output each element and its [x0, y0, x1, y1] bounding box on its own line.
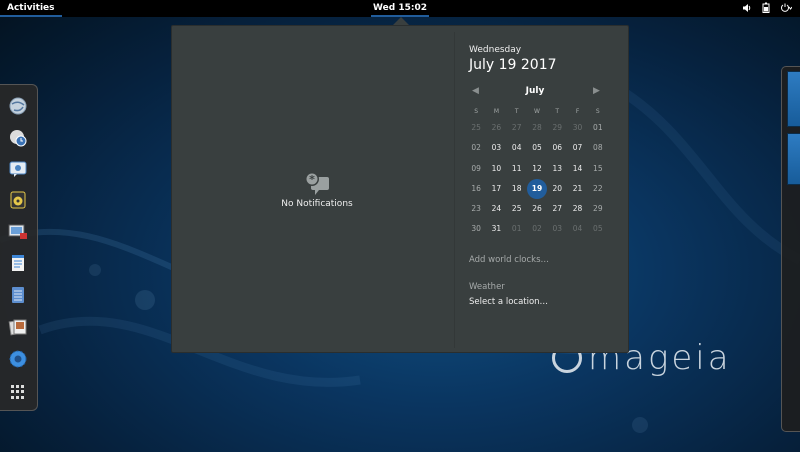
calendar-day[interactable]: 02 — [527, 219, 547, 239]
calendar-day[interactable]: 17 — [486, 179, 506, 199]
calendar-day[interactable]: 25 — [507, 199, 527, 219]
calendar-day[interactable]: 03 — [486, 138, 506, 158]
calendar-day[interactable]: 10 — [486, 159, 506, 179]
svg-text:*: * — [309, 173, 315, 186]
day-headers: SMTWTFS — [466, 106, 608, 118]
next-month-icon[interactable]: ▶ — [593, 86, 600, 96]
text-document-icon[interactable] — [8, 253, 28, 273]
calendar-day[interactable]: 28 — [567, 199, 587, 219]
notification-list: * No Notifications — [172, 26, 452, 354]
workspace-thumbnail[interactable] — [787, 71, 800, 127]
month-label: July — [525, 86, 545, 96]
calendar-week-row: 23 24 25 26 27 28 29 — [466, 199, 608, 219]
calendar-day[interactable]: 04 — [507, 138, 527, 158]
calendar-day[interactable]: 18 — [507, 179, 527, 199]
calendar-day[interactable]: 22 — [588, 179, 608, 199]
calendar-day[interactable]: 30 — [466, 219, 486, 239]
calendar-day[interactable]: 24 — [486, 199, 506, 219]
dash — [0, 84, 38, 411]
calendar-day[interactable]: 27 — [547, 199, 567, 219]
calendar-day[interactable]: 14 — [567, 159, 587, 179]
calendar-day[interactable]: 11 — [507, 159, 527, 179]
calendar-day[interactable]: 07 — [567, 138, 587, 158]
calendar-day[interactable]: 26 — [486, 118, 506, 138]
audio-player-icon[interactable] — [8, 190, 28, 210]
audio-volume-icon[interactable] — [742, 3, 752, 17]
battery-icon[interactable] — [762, 2, 770, 17]
system-tray[interactable] — [742, 2, 793, 17]
no-notifications-icon: * — [303, 171, 331, 197]
calendar-day[interactable]: 29 — [588, 199, 608, 219]
calendar-grid: SMTWTFS 25 26 27 28 29 30 01 02 03 04 05 06 07 08 09 10… — [466, 106, 608, 240]
calendar-day[interactable]: 01 — [507, 219, 527, 239]
day-header: M — [493, 108, 500, 115]
calendar-day[interactable]: 30 — [567, 118, 587, 138]
spreadsheet-icon[interactable] — [8, 285, 28, 305]
calendar-day[interactable]: 28 — [527, 118, 547, 138]
calendar-day[interactable]: 05 — [527, 138, 547, 158]
day-header: F — [575, 108, 580, 115]
messaging-icon[interactable] — [8, 159, 28, 179]
calendar-day[interactable]: 23 — [466, 199, 486, 219]
calendar-day[interactable]: 12 — [527, 159, 547, 179]
web-browser-icon[interactable] — [8, 96, 28, 116]
calendar-day[interactable]: 08 — [588, 138, 608, 158]
day-header: T — [555, 108, 560, 115]
calendar-week-row: 02 03 04 05 06 07 08 — [466, 138, 608, 158]
add-world-clocks-link[interactable]: Add world clocks… — [469, 255, 549, 265]
activities-button[interactable]: Activities — [0, 0, 62, 17]
clock-button[interactable]: Wed 15:02 — [371, 0, 429, 17]
calendar-day[interactable]: 21 — [567, 179, 587, 199]
calendar-day[interactable]: 27 — [507, 118, 527, 138]
settings-icon[interactable] — [8, 349, 28, 369]
no-notifications-label: No Notifications — [281, 199, 353, 209]
calendar-day[interactable]: 01 — [588, 118, 608, 138]
day-header: W — [534, 108, 540, 115]
calendar-day[interactable]: 09 — [466, 159, 486, 179]
day-header: S — [474, 108, 479, 115]
calendar-day[interactable]: 15 — [588, 159, 608, 179]
month-header: ◀ July ▶ — [469, 86, 601, 98]
workspace-thumbnail[interactable] — [787, 133, 800, 185]
weather-title: Weather — [469, 282, 505, 292]
calendar-day[interactable]: 13 — [547, 159, 567, 179]
date-menu-popup: * No Notifications Wednesday July 19 201… — [171, 25, 629, 353]
calendar-day[interactable]: 26 — [527, 199, 547, 219]
show-applications-icon[interactable] — [11, 385, 25, 399]
image-viewer-icon[interactable] — [8, 317, 28, 337]
calendar-day[interactable]: 05 — [588, 219, 608, 239]
calendar-section: Wednesday July 19 2017 ◀ July ▶ SMTWTFS … — [455, 26, 630, 354]
calendar-week-row: 25 26 27 28 29 30 01 — [466, 118, 608, 138]
calendar-day-today[interactable]: 19 — [526, 178, 548, 200]
workspace-switcher — [781, 66, 800, 432]
calendar-day[interactable]: 29 — [547, 118, 567, 138]
clock-icon[interactable] — [8, 128, 28, 148]
weekday-label[interactable]: Wednesday — [469, 45, 521, 55]
calendar-day[interactable]: 20 — [547, 179, 567, 199]
screenshot-icon[interactable] — [8, 222, 28, 242]
calendar-day[interactable]: 25 — [466, 118, 486, 138]
calendar-day[interactable]: 31 — [486, 219, 506, 239]
calendar-day[interactable]: 06 — [547, 138, 567, 158]
calendar-day[interactable]: 16 — [466, 179, 486, 199]
calendar-day[interactable]: 04 — [567, 219, 587, 239]
calendar-week-row: 30 31 01 02 03 04 05 — [466, 219, 608, 239]
day-header: S — [595, 108, 600, 115]
popup-arrow — [393, 17, 409, 25]
day-header: T — [514, 108, 519, 115]
full-date-label[interactable]: July 19 2017 — [469, 57, 557, 73]
weather-location-button[interactable]: Select a location… — [469, 297, 548, 307]
calendar-day[interactable]: 02 — [466, 138, 486, 158]
calendar-week-row: 16 17 18 19 20 21 22 — [466, 178, 608, 200]
top-bar: Activities Wed 15:02 — [0, 0, 800, 17]
power-menu-icon[interactable] — [780, 3, 793, 17]
calendar-week-row: 09 10 11 12 13 14 15 — [466, 159, 608, 179]
calendar-day[interactable]: 03 — [547, 219, 567, 239]
